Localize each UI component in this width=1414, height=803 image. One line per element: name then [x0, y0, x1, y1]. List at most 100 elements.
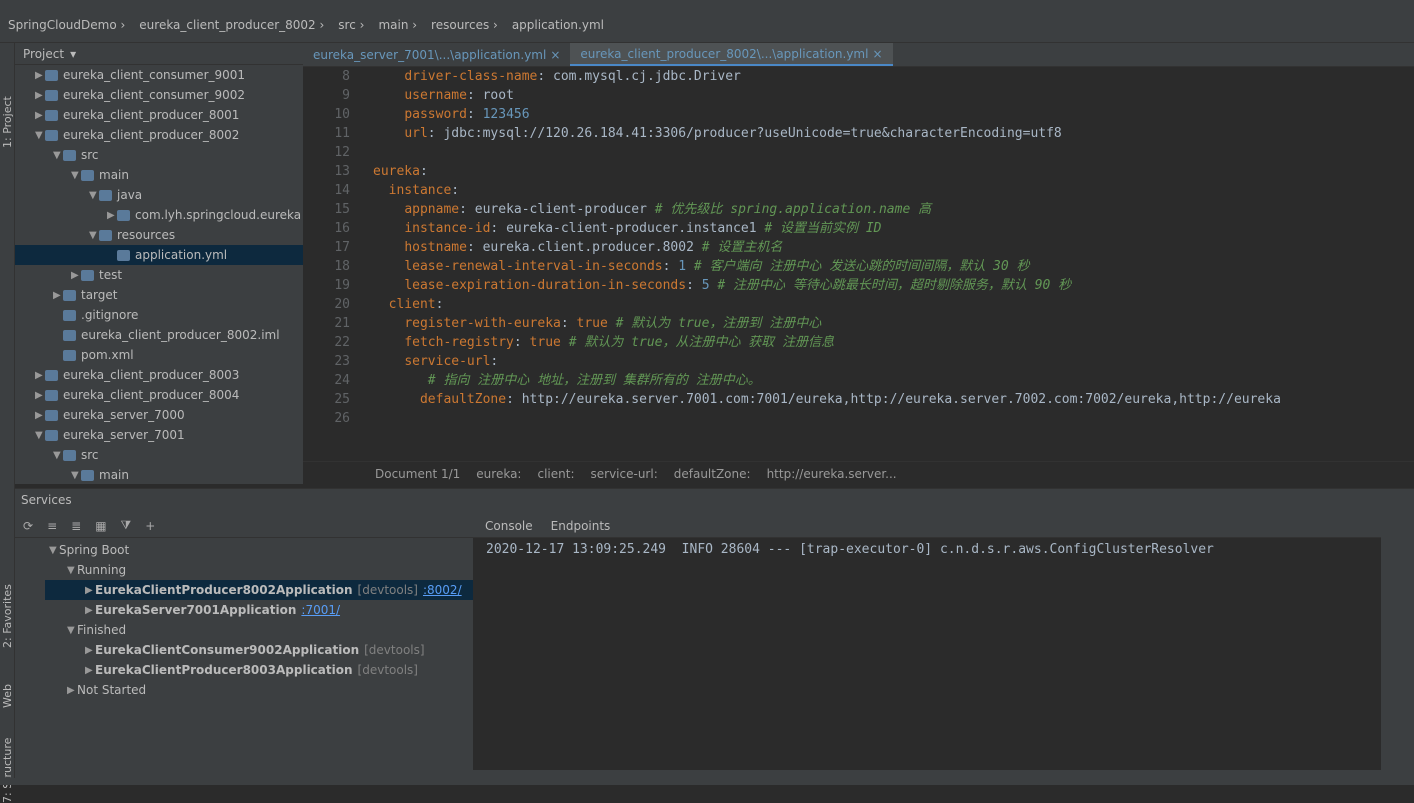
service-item[interactable]: ▼ Spring Boot — [45, 540, 473, 560]
group-icon[interactable]: ▦ — [95, 519, 106, 533]
expand-toggle-icon[interactable]: ▼ — [35, 430, 45, 441]
expand-toggle-icon[interactable]: ▶ — [35, 410, 45, 421]
collapse-all-icon[interactable]: ≣ — [71, 519, 81, 533]
service-item[interactable]: ▶ EurekaClientConsumer9002Application [dev… — [45, 640, 473, 660]
expand-toggle-icon[interactable]: ▶ — [35, 90, 45, 101]
editor-tab[interactable]: eureka_client_producer_8002\...\applicat… — [570, 43, 893, 66]
expand-toggle-icon[interactable]: ▼ — [71, 170, 81, 181]
editor-path-item[interactable]: http://eureka.server... — [767, 467, 897, 481]
project-tree-item[interactable]: ▶ target — [15, 285, 303, 305]
editor-tab[interactable]: eureka_server_7001\...\application.yml × — [303, 43, 570, 66]
expand-toggle-icon[interactable]: ▶ — [35, 370, 45, 381]
sidebar-tool-0[interactable]: 1: Project — [1, 96, 14, 148]
editor-path-item[interactable]: Document 1/1 — [375, 467, 460, 481]
project-tree-item[interactable]: .gitignore — [15, 305, 303, 325]
code-line[interactable]: defaultZone: http://eureka.server.7001.c… — [373, 390, 1413, 409]
project-tree-item[interactable]: ▼ src — [15, 445, 303, 465]
expand-toggle-icon[interactable]: ▶ — [35, 390, 45, 401]
breadcrumb-item[interactable]: resources › — [431, 18, 498, 32]
expand-toggle-icon[interactable]: ▶ — [53, 290, 63, 301]
project-tree-item[interactable]: ▼ resources — [15, 225, 303, 245]
service-item[interactable]: ▼ Finished — [45, 620, 473, 640]
expand-toggle-icon[interactable]: ▼ — [53, 450, 63, 461]
code-line[interactable]: instance-id: eureka-client-producer.inst… — [373, 219, 1413, 238]
service-item[interactable]: ▶ EurekaClientProducer8002Application [dev… — [45, 580, 473, 600]
project-tree-item[interactable]: application.yml — [15, 245, 303, 265]
service-item[interactable]: ▼ Running — [45, 560, 473, 580]
project-tree-item[interactable]: ▼ src — [15, 145, 303, 165]
code-area[interactable]: driver-class-name: com.mysql.cj.jdbc.Dri… — [373, 67, 1413, 461]
run-icon[interactable]: ▶ — [85, 665, 95, 676]
project-tree-item[interactable]: ▶ eureka_client_producer_8001 — [15, 105, 303, 125]
expand-toggle-icon[interactable]: ▼ — [67, 565, 77, 576]
code-line[interactable]: lease-expiration-duration-in-seconds: 5 … — [373, 276, 1413, 295]
project-tree-item[interactable]: ▶ eureka_server_7000 — [15, 405, 303, 425]
code-line[interactable]: fetch-registry: true # 默认为 true，从注册中心 获取… — [373, 333, 1413, 352]
editor-path-item[interactable]: eureka: — [476, 467, 521, 481]
close-icon[interactable]: × — [872, 47, 882, 61]
port-link[interactable]: :7001/ — [301, 603, 340, 617]
project-tree-item[interactable]: pom.xml — [15, 345, 303, 365]
chevron-down-icon[interactable]: ▾ — [70, 47, 76, 61]
code-line[interactable] — [373, 143, 1413, 162]
run-icon[interactable]: ▶ — [85, 585, 95, 596]
code-line[interactable]: hostname: eureka.client.producer.8002 # … — [373, 238, 1413, 257]
run-icon[interactable]: ▶ — [85, 605, 95, 616]
code-line[interactable]: url: jdbc:mysql://120.26.184.41:3306/pro… — [373, 124, 1413, 143]
expand-toggle-icon[interactable]: ▼ — [49, 545, 59, 556]
expand-toggle-icon[interactable]: ▶ — [71, 270, 81, 281]
code-line[interactable]: password: 123456 — [373, 105, 1413, 124]
tab-endpoints[interactable]: Endpoints — [551, 519, 611, 533]
expand-toggle-icon[interactable]: ▼ — [53, 150, 63, 161]
editor-path-item[interactable]: service-url: — [591, 467, 658, 481]
project-tree-item[interactable]: ▼ eureka_server_7001 — [15, 425, 303, 445]
breadcrumb-item[interactable]: src › — [338, 18, 364, 32]
code-line[interactable]: eureka: — [373, 162, 1413, 181]
expand-toggle-icon[interactable]: ▶ — [35, 70, 45, 81]
port-link[interactable]: :8002/ — [423, 583, 462, 597]
project-tree-item[interactable]: ▶ eureka_client_consumer_9001 — [15, 65, 303, 85]
run-icon[interactable]: ▶ — [85, 645, 95, 656]
breadcrumb-item[interactable]: main › — [378, 18, 417, 32]
project-tree-item[interactable]: ▶ test — [15, 265, 303, 285]
project-title[interactable]: Project — [23, 47, 64, 61]
expand-toggle-icon[interactable]: ▶ — [35, 110, 45, 121]
code-line[interactable]: username: root — [373, 86, 1413, 105]
project-tree-item[interactable]: ▶ eureka_client_consumer_9002 — [15, 85, 303, 105]
code-line[interactable]: instance: — [373, 181, 1413, 200]
service-item[interactable]: ▶ EurekaClientProducer8003Application [dev… — [45, 660, 473, 680]
code-line[interactable] — [373, 409, 1413, 428]
code-line[interactable]: client: — [373, 295, 1413, 314]
code-line[interactable]: # 指向 注册中心 地址，注册到 集群所有的 注册中心。 — [373, 371, 1413, 390]
close-icon[interactable]: × — [550, 48, 560, 62]
sidebar-tool-1[interactable]: 2: Favorites — [1, 584, 14, 648]
project-tree-item[interactable]: ▶ com.lyh.springcloud.eureka — [15, 205, 303, 225]
add-service-icon[interactable]: + — [145, 519, 155, 533]
project-tree-item[interactable]: ▼ java — [15, 185, 303, 205]
service-item[interactable]: ▶ EurekaServer7001Application:7001/ — [45, 600, 473, 620]
breadcrumb-item[interactable]: eureka_client_producer_8002 › — [139, 18, 324, 32]
project-tree-item[interactable]: ▼ eureka_client_producer_8002 — [15, 125, 303, 145]
expand-toggle-icon[interactable]: ▼ — [89, 230, 99, 241]
code-line[interactable]: register-with-eureka: true # 默认为 true，注册… — [373, 314, 1413, 333]
project-panel-header[interactable]: Project ▾ — [15, 43, 303, 65]
tab-console[interactable]: Console — [485, 519, 533, 533]
breadcrumb-item[interactable]: SpringCloudDemo › — [8, 18, 125, 32]
editor-path-item[interactable]: defaultZone: — [674, 467, 751, 481]
project-tree-item[interactable]: eureka_client_producer_8002.iml — [15, 325, 303, 345]
project-tree-item[interactable]: ▼ main — [15, 165, 303, 185]
filter-icon[interactable]: ⧩ — [121, 518, 132, 533]
expand-toggle-icon[interactable]: ▼ — [35, 130, 45, 141]
expand-toggle-icon[interactable]: ▼ — [67, 625, 77, 636]
expand-toggle-icon[interactable]: ▶ — [67, 685, 77, 696]
expand-toggle-icon[interactable]: ▶ — [107, 210, 117, 221]
project-tree-item[interactable]: ▶ eureka_client_producer_8004 — [15, 385, 303, 405]
console-panel[interactable]: Console Endpoints 2020-12-17 13:09:25.249… — [473, 514, 1381, 770]
editor-path-item[interactable]: client: — [537, 467, 574, 481]
expand-all-icon[interactable]: ≡ — [47, 519, 57, 533]
project-tree-item[interactable]: ▼ main — [15, 465, 303, 485]
breadcrumb-item[interactable]: application.yml — [512, 18, 604, 32]
code-line[interactable]: driver-class-name: com.mysql.cj.jdbc.Dri… — [373, 67, 1413, 86]
code-line[interactable]: appname: eureka-client-producer # 优先级比 s… — [373, 200, 1413, 219]
code-line[interactable]: lease-renewal-interval-in-seconds: 1 # 客… — [373, 257, 1413, 276]
